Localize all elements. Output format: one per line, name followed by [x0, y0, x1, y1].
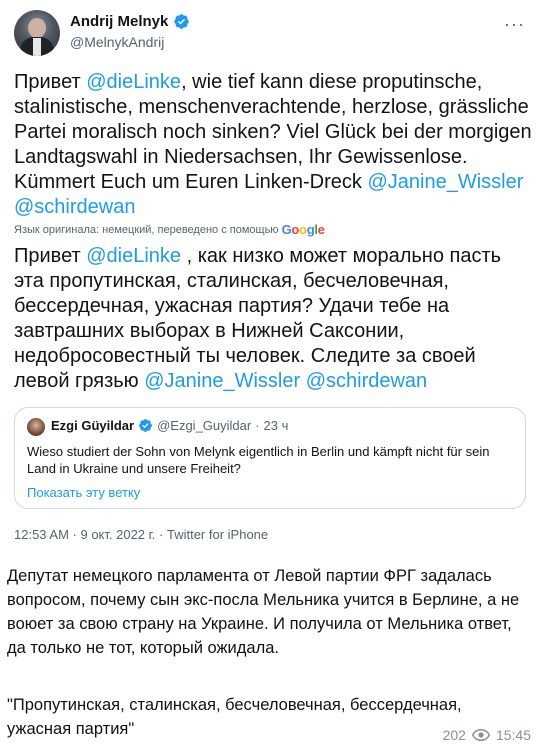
- google-logo: Google: [281, 222, 325, 237]
- separator-dot: ·: [255, 418, 260, 433]
- mention-janine-wissler-link[interactable]: @Janine_Wissler: [144, 370, 300, 392]
- tweet-meta: 12:53 AM · 9 окт. 2022 г. · Twitter for …: [14, 527, 269, 542]
- mention-schirdewan-link[interactable]: @schirdewan: [306, 370, 427, 392]
- more-options-icon[interactable]: ···: [504, 14, 525, 35]
- mention-dielinke-link[interactable]: @dieLinke: [86, 245, 181, 267]
- translation-note: Язык оригинала: немецкий, переведено с п…: [14, 222, 325, 237]
- eye-icon: [471, 729, 490, 741]
- author-handle[interactable]: @MelnykAndrij: [70, 34, 164, 50]
- quoted-author-name[interactable]: Ezgi Güyildar: [51, 418, 134, 433]
- divider: [0, 552, 541, 560]
- author-name[interactable]: Andrij Melnyk: [70, 13, 168, 30]
- mention-janine-wissler-link[interactable]: @Janine_Wissler: [367, 171, 523, 193]
- quoted-author-avatar[interactable]: [27, 418, 45, 436]
- view-count: 202: [442, 727, 466, 743]
- quoted-tweet[interactable]: Ezgi Güyildar @Ezgi_Guyildar · 23 ч Wies…: [14, 407, 526, 509]
- post-time: 15:45: [495, 727, 531, 743]
- author-avatar[interactable]: [14, 10, 60, 56]
- quoted-time[interactable]: 23 ч: [264, 418, 289, 433]
- translation-note-text: Язык оригинала: немецкий, переведено с п…: [14, 223, 279, 236]
- author-name-row: Andrij Melnyk: [70, 13, 190, 30]
- mention-schirdewan-link[interactable]: @schirdewan: [14, 196, 135, 218]
- post-meta: 202 15:45: [443, 727, 531, 743]
- post-quote: "Пропутинская, сталинская, бесчеловечная…: [7, 696, 462, 738]
- post-text: Депутат немецкого парламента от Левой па…: [7, 567, 520, 657]
- quoted-author-handle[interactable]: @Ezgi_Guyildar: [157, 418, 251, 433]
- mention-dielinke-link[interactable]: @dieLinke: [86, 71, 181, 93]
- verified-badge-icon: [139, 419, 152, 432]
- quoted-header: Ezgi Güyildar @Ezgi_Guyildar · 23 ч: [51, 418, 288, 433]
- verified-badge-icon: [174, 14, 190, 29]
- tweet-card: Andrij Melnyk @MelnykAndrij ··· Привет @…: [0, 0, 541, 552]
- quoted-text: Wieso studiert der Sohn von Melynk eigen…: [27, 444, 490, 476]
- tweet-text: Привет @dieLinke, wie tief kann diese pr…: [14, 71, 532, 218]
- show-thread-link[interactable]: Показать эту ветку: [27, 485, 140, 500]
- translated-text: Привет @dieLinke , как низко может морал…: [14, 245, 502, 392]
